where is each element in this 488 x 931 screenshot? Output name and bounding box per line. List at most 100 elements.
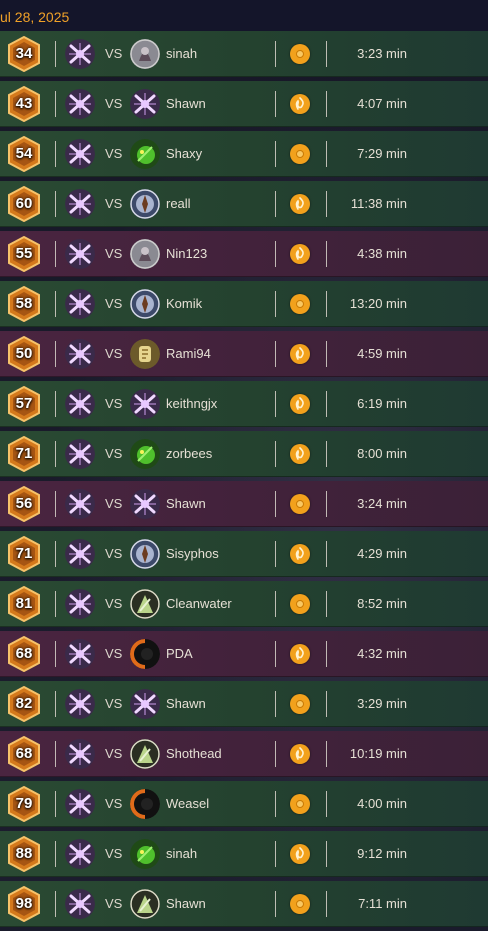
match-duration: 6:19 min — [357, 396, 407, 411]
match-duration: 4:00 min — [357, 796, 407, 811]
level-value: 55 — [15, 245, 33, 262]
vs-label: VS — [105, 896, 123, 911]
vs-label: VS — [105, 446, 123, 461]
divider — [275, 891, 276, 917]
match-duration: 7:29 min — [357, 146, 407, 161]
match-row[interactable]: 54 VS Shaxy 7:29 min — [0, 131, 488, 177]
opponent-name[interactable]: Cleanwater — [166, 581, 232, 627]
flame-icon — [290, 744, 310, 764]
skull-warrior-hero-icon — [130, 889, 160, 919]
match-row[interactable]: 56 VS Shawn 3:24 min — [0, 481, 488, 527]
opponent-name[interactable]: PDA — [166, 631, 193, 677]
level-badge-icon: 79 — [7, 786, 41, 822]
divider — [275, 791, 276, 817]
match-duration: 8:00 min — [357, 446, 407, 461]
level-value: 68 — [15, 645, 33, 662]
match-row[interactable]: 55 VS Nin123 4:38 min — [0, 231, 488, 277]
level-value: 68 — [15, 745, 33, 762]
divider — [275, 191, 276, 217]
opponent-name[interactable]: Nin123 — [166, 231, 207, 277]
match-duration: 7:11 min — [358, 896, 407, 911]
divider — [326, 141, 327, 167]
level-badge-icon: 54 — [7, 136, 41, 172]
opponent-name[interactable]: Shawn — [166, 881, 206, 927]
match-row[interactable]: 57 VS keithngjx 6:19 min — [0, 381, 488, 427]
vs-label: VS — [105, 496, 123, 511]
level-badge-icon: 50 — [7, 336, 41, 372]
divider — [55, 691, 56, 717]
divider — [326, 841, 327, 867]
opponent-name[interactable]: Rami94 — [166, 331, 211, 377]
crossed-blades-hero-icon — [65, 239, 95, 269]
divider — [55, 441, 56, 467]
divider — [326, 91, 327, 117]
divider — [275, 641, 276, 667]
flame-icon — [290, 544, 310, 564]
flame-icon — [290, 194, 310, 214]
match-list: 34 VS sinah 3:23 min 43 VS Shawn 4:07 min 54 VS Sh… — [0, 31, 488, 931]
date-header: ul 28, 2025 — [0, 0, 488, 32]
divider — [326, 441, 327, 467]
divider — [55, 541, 56, 567]
crossed-blades-hero-icon — [65, 539, 95, 569]
match-row[interactable]: 68 VS Shothead 10:19 min — [0, 731, 488, 777]
match-row[interactable]: 50 VS Rami94 4:59 min — [0, 331, 488, 377]
match-duration: 9:12 min — [357, 846, 407, 861]
crossed-blades-hero-icon — [65, 139, 95, 169]
match-row[interactable]: 79 VS Weasel 4:00 min — [0, 781, 488, 827]
match-row[interactable]: 98 VS Shawn 7:11 min — [0, 881, 488, 927]
match-row[interactable]: 71 VS zorbees 8:00 min — [0, 431, 488, 477]
match-row[interactable]: 68 VS PDA 4:32 min — [0, 631, 488, 677]
level-badge-icon: 60 — [7, 186, 41, 222]
crossed-blades-hero-icon — [65, 89, 95, 119]
divider — [275, 241, 276, 267]
crossed-blades-hero-icon — [65, 339, 95, 369]
win-medal-icon — [290, 294, 310, 314]
opponent-name[interactable]: sinah — [166, 831, 197, 877]
crossed-blades-hero-icon — [65, 289, 95, 319]
match-duration: 13:20 min — [349, 296, 407, 311]
divider — [275, 441, 276, 467]
match-row[interactable]: 71 VS Sisyphos 4:29 min — [0, 531, 488, 577]
flame-icon — [290, 844, 310, 864]
divider — [326, 641, 327, 667]
opponent-name[interactable]: reall — [166, 181, 191, 227]
opponent-name[interactable]: Shaxy — [166, 131, 202, 177]
golden-scroll-hero-icon — [130, 339, 160, 369]
level-badge-icon: 57 — [7, 386, 41, 422]
flame-icon — [290, 644, 310, 664]
opponent-name[interactable]: Shawn — [166, 81, 206, 127]
match-row[interactable]: 58 VS Komik 13:20 min — [0, 281, 488, 327]
match-row[interactable]: 34 VS sinah 3:23 min — [0, 31, 488, 77]
match-row[interactable]: 43 VS Shawn 4:07 min — [0, 81, 488, 127]
vs-label: VS — [105, 696, 123, 711]
vs-label: VS — [105, 396, 123, 411]
opponent-name[interactable]: Weasel — [166, 781, 209, 827]
opponent-name[interactable]: keithngjx — [166, 381, 217, 427]
level-value: 71 — [15, 445, 33, 462]
divider — [326, 591, 327, 617]
opponent-name[interactable]: Shawn — [166, 681, 206, 727]
level-badge-icon: 71 — [7, 436, 41, 472]
opponent-name[interactable]: Komik — [166, 281, 202, 327]
level-value: 98 — [15, 895, 33, 912]
divider — [326, 891, 327, 917]
match-row[interactable]: 88 VS sinah 9:12 min — [0, 831, 488, 877]
vs-label: VS — [105, 296, 123, 311]
divider — [275, 41, 276, 67]
vs-label: VS — [105, 846, 123, 861]
opponent-name[interactable]: zorbees — [166, 431, 212, 477]
divider — [55, 41, 56, 67]
match-row[interactable]: 81 VS Cleanwater 8:52 min — [0, 581, 488, 627]
opponent-name[interactable]: sinah — [166, 31, 197, 77]
divider — [55, 591, 56, 617]
opponent-name[interactable]: Sisyphos — [166, 531, 219, 577]
match-row[interactable]: 82 VS Shawn 3:29 min — [0, 681, 488, 727]
opponent-name[interactable]: Shothead — [166, 731, 222, 777]
blue-knight-hero-icon — [130, 189, 160, 219]
match-row[interactable]: 60 VS reall 11:38 min — [0, 181, 488, 227]
opponent-name[interactable]: Shawn — [166, 481, 206, 527]
divider — [326, 691, 327, 717]
divider — [326, 541, 327, 567]
crossed-blades-hero-icon — [65, 439, 95, 469]
